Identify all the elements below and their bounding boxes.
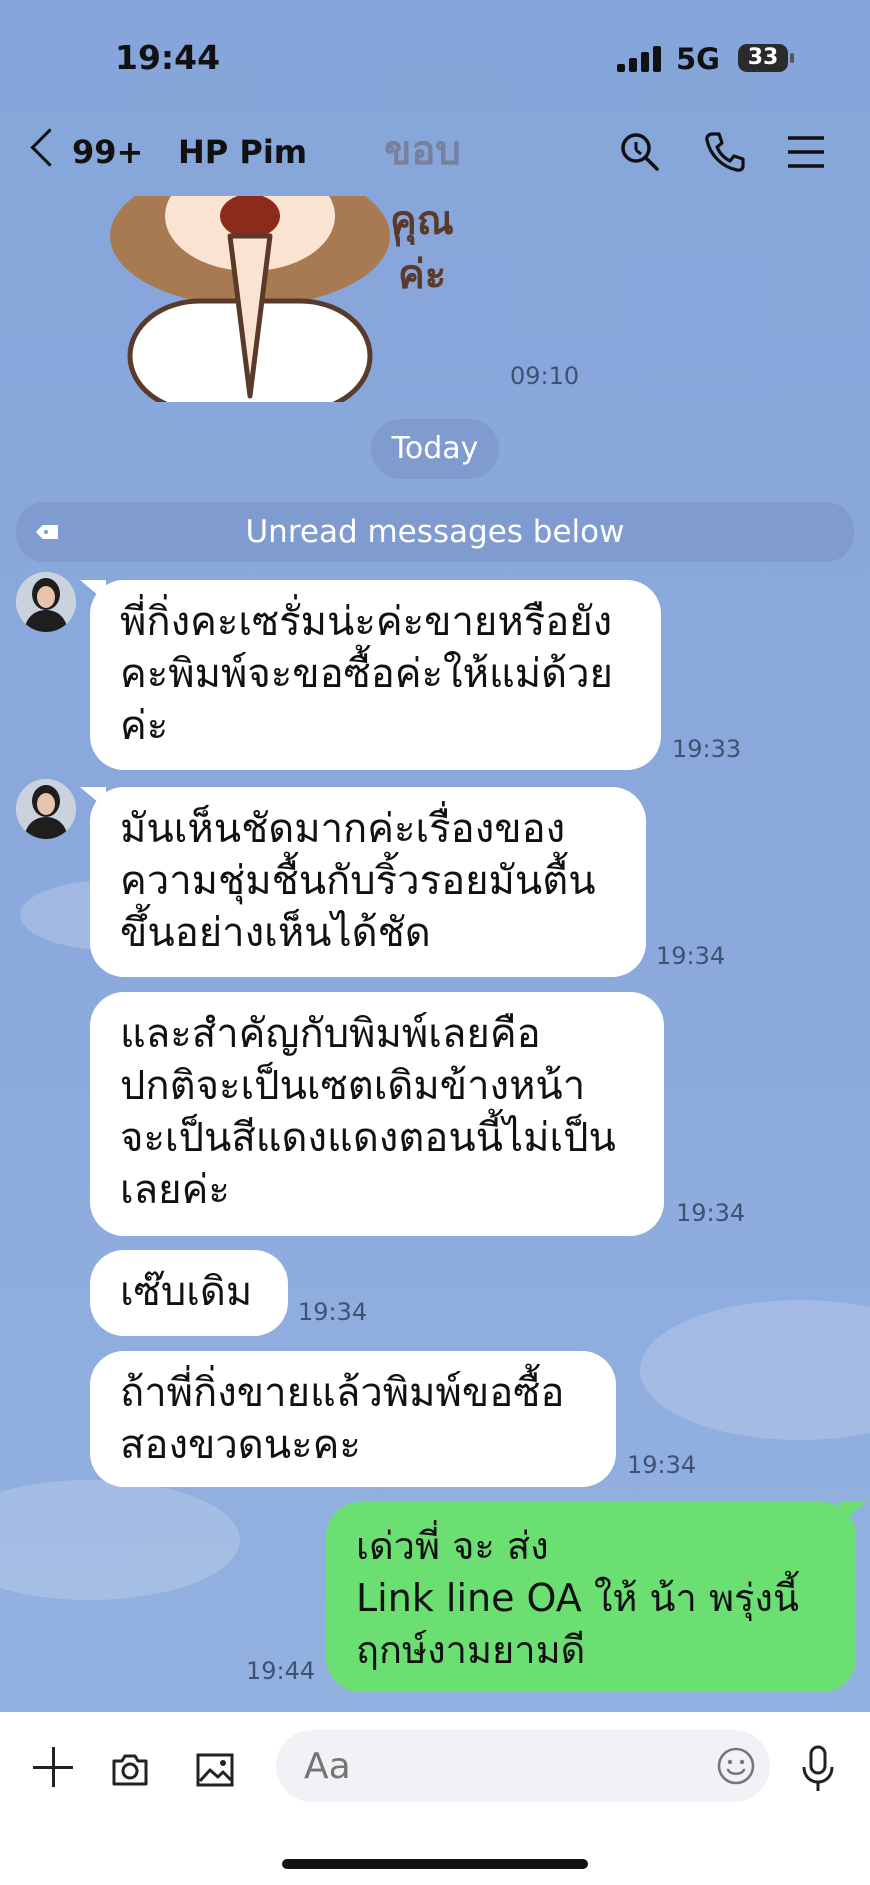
svg-text:ขอบ: ขอบ	[384, 128, 461, 174]
cloud-decoration	[0, 1480, 240, 1600]
message-bubble[interactable]: เซ๊บเดิม	[90, 1250, 288, 1336]
status-time: 19:44	[115, 38, 221, 77]
cloud-decoration	[640, 1300, 870, 1440]
sticker-text-2: คุณ	[390, 198, 454, 246]
message-time: 19:34	[676, 1199, 746, 1227]
message-bubble[interactable]: และสำคัญกับพิมพ์เลยคือ ปกติจะเป็นเซตเดิม…	[90, 992, 664, 1236]
unread-label: Unread messages below	[245, 514, 625, 550]
sticker-caption: คุณ ค่ะ	[390, 198, 454, 298]
my-message-bubble[interactable]: เด่วพี่ จะ ส่ง Link line OA ให้ น้า พรุ่…	[326, 1502, 856, 1692]
call-icon[interactable]	[702, 130, 746, 174]
message-input[interactable]	[276, 1730, 770, 1802]
battery-icon: 33	[738, 44, 788, 72]
microphone-icon[interactable]	[800, 1745, 836, 1793]
unread-count[interactable]: 99+	[72, 133, 143, 171]
message-time: 19:34	[298, 1298, 368, 1326]
battery-cap	[790, 53, 794, 63]
home-indicator[interactable]	[282, 1859, 588, 1869]
message-time: 19:34	[656, 942, 726, 970]
message-bubble[interactable]: พี่กิ่งคะเซรั่มน่ะค่ะขายหรือยัง คะพิมพ์จ…	[90, 580, 661, 770]
chat-title[interactable]: HP Pim	[178, 133, 307, 171]
network-label: 5G	[676, 42, 720, 76]
image-icon[interactable]	[195, 1750, 235, 1790]
message-time: 09:10	[510, 362, 580, 390]
emoji-icon[interactable]	[716, 1746, 756, 1786]
sticker-faded-text: ขอบ	[384, 128, 461, 174]
message-time: 19:33	[672, 735, 742, 763]
message-bubble[interactable]: ถ้าพี่กิ่งขายแล้วพิมพ์ขอซื้อ สองขวดนะคะ	[90, 1351, 616, 1487]
camera-icon[interactable]	[110, 1750, 150, 1790]
message-time: 19:34	[627, 1451, 697, 1479]
sticker-text-3: ค่ะ	[398, 252, 446, 298]
unread-divider: Unread messages below	[16, 502, 854, 562]
avatar[interactable]	[16, 572, 76, 632]
avatar[interactable]	[16, 779, 76, 839]
signal-icon	[617, 46, 663, 72]
date-divider: Today	[371, 419, 499, 479]
message-time: 19:44	[246, 1657, 316, 1685]
menu-icon[interactable]	[784, 130, 828, 174]
message-bubble[interactable]: มันเห็นชัดมากค่ะเรื่องของ ความชุ่มชื้นกั…	[90, 787, 646, 977]
tag-icon	[36, 525, 58, 539]
search-icon[interactable]	[618, 130, 662, 174]
